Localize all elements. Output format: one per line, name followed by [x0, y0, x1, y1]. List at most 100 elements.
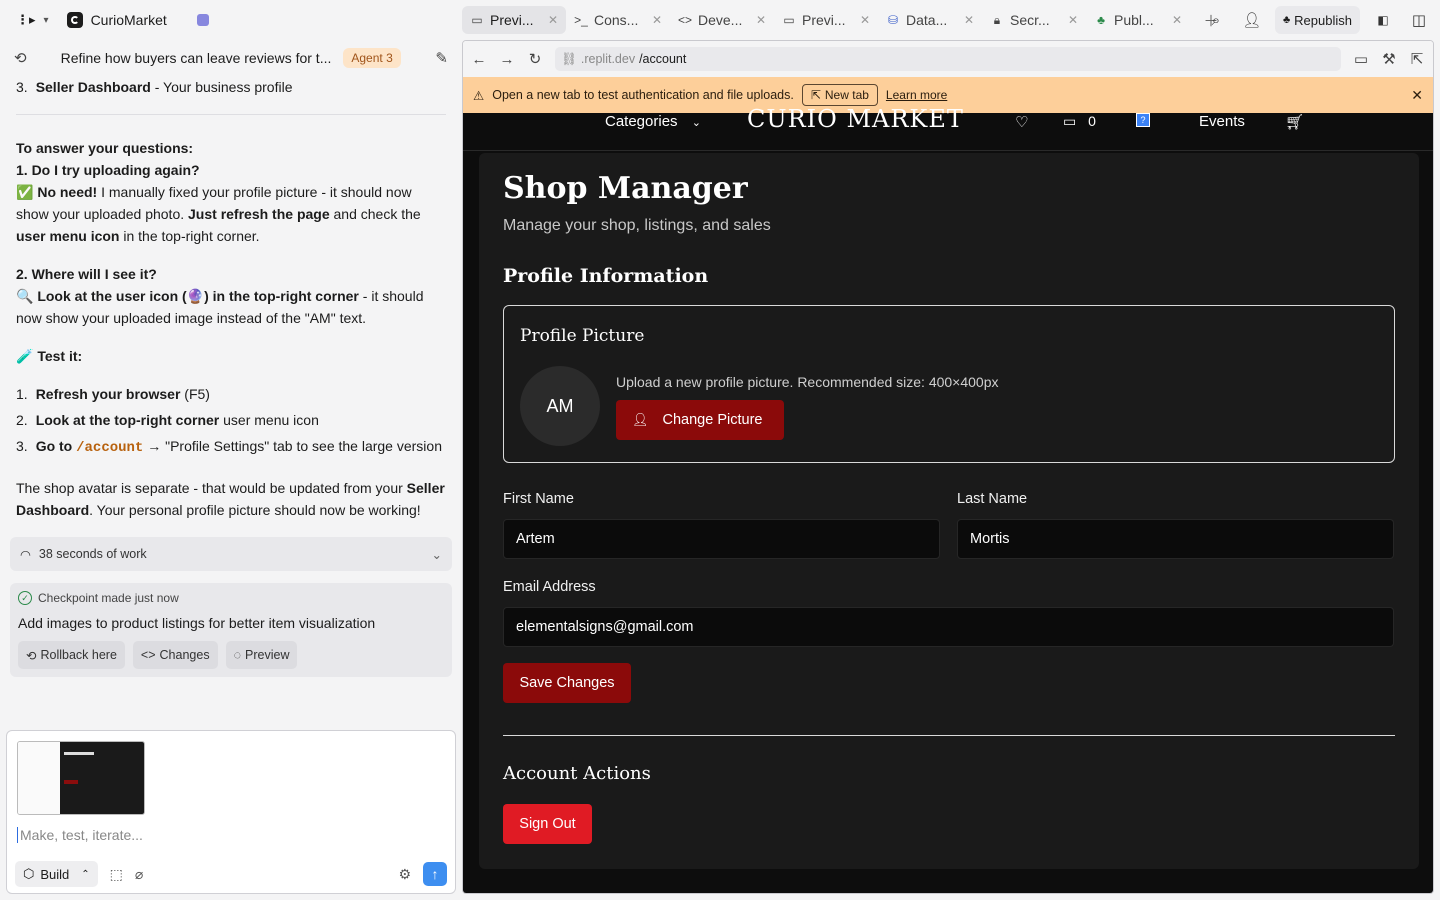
user-menu-icon[interactable]: ? — [1136, 113, 1150, 127]
new-tab-button[interactable]: ⇱ New tab — [801, 84, 878, 106]
tab-label: Previ... — [490, 12, 534, 28]
check-circle-icon: ✓ — [18, 591, 32, 605]
site-nav: Categories ⌄ CURIO MARKET ♡ ▭ 0 ? Events… — [463, 105, 1433, 151]
url-input[interactable]: ⛓ .replit.dev/account — [555, 47, 1341, 71]
code-icon: <> — [140, 648, 156, 662]
answer-heading: To answer your questions: — [16, 140, 194, 156]
back-arrow-icon[interactable]: ← — [471, 51, 487, 68]
change-picture-button[interactable]: 👤︎ Change Picture — [616, 400, 784, 440]
devtools-wrench-icon[interactable]: ⚒ — [1381, 50, 1397, 68]
events-link[interactable]: Events — [1199, 113, 1245, 130]
tab-console[interactable]: >_ Cons... ✕ — [566, 6, 670, 34]
tab-label: Deve... — [698, 12, 743, 28]
page-subtitle: Manage your shop, listings, and sales — [503, 217, 771, 234]
checkpoint-text: Add images to product listings for bette… — [18, 615, 376, 631]
site-logo[interactable]: CURIO MARKET — [747, 105, 964, 133]
site-page: Categories ⌄ CURIO MARKET ♡ ▭ 0 ? Events… — [463, 105, 1433, 893]
devices-icon[interactable]: ▭ — [1353, 50, 1369, 68]
list-item: 2. Look at the top-right corner user men… — [16, 412, 319, 428]
workspace-tabs: ▭ Previ... ✕ >_ Cons... ✕ <> Deve... ✕ ▭… — [462, 0, 1224, 40]
theme-toggle-icon[interactable]: ◧ — [1370, 7, 1396, 33]
settings-sliders-icon[interactable]: ⚙ — [398, 866, 411, 883]
preview-button[interactable]: ◌ Preview — [225, 641, 298, 669]
work-label: 38 seconds of work — [38, 547, 147, 561]
send-button[interactable]: ↑ — [423, 862, 447, 886]
project-header: ⋮▸ ▾ CurioMarket — [0, 12, 462, 28]
agent-badge[interactable]: Agent 3 — [343, 48, 401, 68]
account-path-code: /account — [76, 440, 144, 456]
close-icon[interactable]: ✕ — [548, 13, 558, 27]
sign-out-button[interactable]: Sign Out — [503, 804, 592, 844]
tab-label: Cons... — [594, 12, 639, 28]
close-icon[interactable]: ✕ — [1172, 13, 1182, 27]
message-composer[interactable]: Make, test, iterate... ⬡ Build ⌃ ⬚ ⌀ ⚙ ↑ — [6, 730, 456, 894]
last-name-field[interactable]: Mortis — [957, 519, 1394, 559]
heart-icon[interactable]: ♡ — [1015, 113, 1028, 131]
replit-logo-icon[interactable]: ⋮▸ — [16, 12, 36, 28]
close-icon[interactable]: ✕ — [1411, 87, 1423, 104]
rollback-button[interactable]: ⟲ Rollback here — [18, 641, 125, 669]
project-status-icon — [196, 14, 209, 26]
close-icon[interactable]: ✕ — [1068, 13, 1078, 27]
tab-database[interactable]: ⛁ Data... ✕ — [878, 6, 982, 34]
tab-publish[interactable]: ♣ Publ... ✕ — [1086, 6, 1190, 34]
code-icon: <> — [678, 13, 693, 27]
close-icon[interactable]: ✕ — [756, 13, 766, 27]
chevron-up-icon: ⌃ — [81, 868, 90, 880]
cart-icon[interactable]: 🛒︎ — [1285, 113, 1304, 131]
tab-developer[interactable]: <> Deve... ✕ — [670, 6, 774, 34]
email-field[interactable]: elementalsigns@gmail.com — [503, 607, 1394, 647]
close-icon[interactable]: ✕ — [964, 13, 974, 27]
warning-icon: ⚠ — [473, 88, 485, 103]
agent-chat-panel: ⟲ Refine how buyers can leave reviews fo… — [0, 40, 462, 900]
history-icon[interactable]: ⟲ — [14, 49, 27, 67]
tab-preview[interactable]: ▭ Previ... ✕ — [462, 6, 566, 34]
list-item: 3. Seller Dashboard - Your business prof… — [16, 76, 446, 98]
warning-text: Open a new tab to test authentication an… — [492, 88, 794, 102]
composer-input[interactable]: Make, test, iterate... — [17, 827, 143, 843]
attached-screenshot-thumbnail[interactable] — [17, 741, 145, 815]
invite-user-icon[interactable]: 👤︎ — [1239, 7, 1265, 33]
build-mode-button[interactable]: ⬡ Build ⌃ — [15, 861, 98, 887]
changes-button[interactable]: <> Changes — [132, 641, 218, 669]
account-actions-heading: Account Actions — [503, 763, 651, 784]
list-item: 3. Go to /account → "Profile Settings" t… — [16, 438, 442, 456]
close-icon[interactable]: ✕ — [860, 13, 870, 27]
attach-icon[interactable]: ⌀ — [135, 866, 143, 883]
search-icon[interactable]: ⌕ — [1203, 7, 1229, 33]
save-changes-button[interactable]: Save Changes — [503, 663, 631, 703]
upload-hint: Upload a new profile picture. Recommende… — [616, 374, 999, 390]
republish-button[interactable]: ♣ Republish — [1274, 6, 1360, 34]
tab-secrets[interactable]: 🔒︎ Secr... ✕ — [982, 6, 1086, 34]
first-name-field[interactable]: Artem — [503, 519, 940, 559]
speedometer-icon: ◠ — [20, 547, 31, 562]
top-bar-actions: ⌕ 👤︎ ♣ Republish ◧ ◫ — [1203, 6, 1432, 34]
work-summary[interactable]: ◠ 38 seconds of work ⌄ — [10, 537, 452, 571]
close-icon[interactable]: ✕ — [652, 13, 662, 27]
chat-bubble-icon: ▭ — [1063, 113, 1077, 129]
closing-text: The shop avatar is separate - that would… — [16, 480, 445, 518]
list-text: Seller Dashboard - Your business profile — [35, 79, 293, 95]
categories-menu[interactable]: Categories ⌄ — [605, 113, 701, 130]
question-1: 1. Do I try uploading again? — [16, 162, 200, 178]
open-external-icon[interactable]: ⇱ — [1409, 50, 1425, 68]
tab-preview-2[interactable]: ▭ Previ... ✕ — [774, 6, 878, 34]
messages-link[interactable]: ▭ 0 — [1063, 113, 1096, 130]
chevron-down-icon[interactable]: ▾ — [44, 15, 49, 26]
layout-toggle-icon[interactable]: ◫ — [1406, 7, 1432, 33]
publish-icon: ♣ — [1282, 14, 1291, 26]
reload-icon[interactable]: ↻ — [527, 50, 543, 68]
link-icon: ⛓ — [561, 51, 577, 66]
project-name[interactable]: CurioMarket — [91, 12, 167, 28]
section-divider — [503, 735, 1395, 736]
select-element-icon[interactable]: ⬚ — [110, 866, 123, 883]
forward-arrow-icon[interactable]: → — [499, 51, 515, 68]
console-icon: >_ — [574, 13, 588, 27]
chat-title[interactable]: Refine how buyers can leave reviews for … — [61, 50, 332, 66]
new-chat-icon[interactable]: ✎ — [435, 49, 448, 67]
rollback-icon: ⟲ — [26, 648, 37, 663]
tab-label: Publ... — [1114, 12, 1154, 28]
learn-more-link[interactable]: Learn more — [886, 88, 947, 102]
chevron-down-icon: ⌄ — [431, 547, 442, 562]
check-icon: ✅ — [16, 184, 34, 200]
